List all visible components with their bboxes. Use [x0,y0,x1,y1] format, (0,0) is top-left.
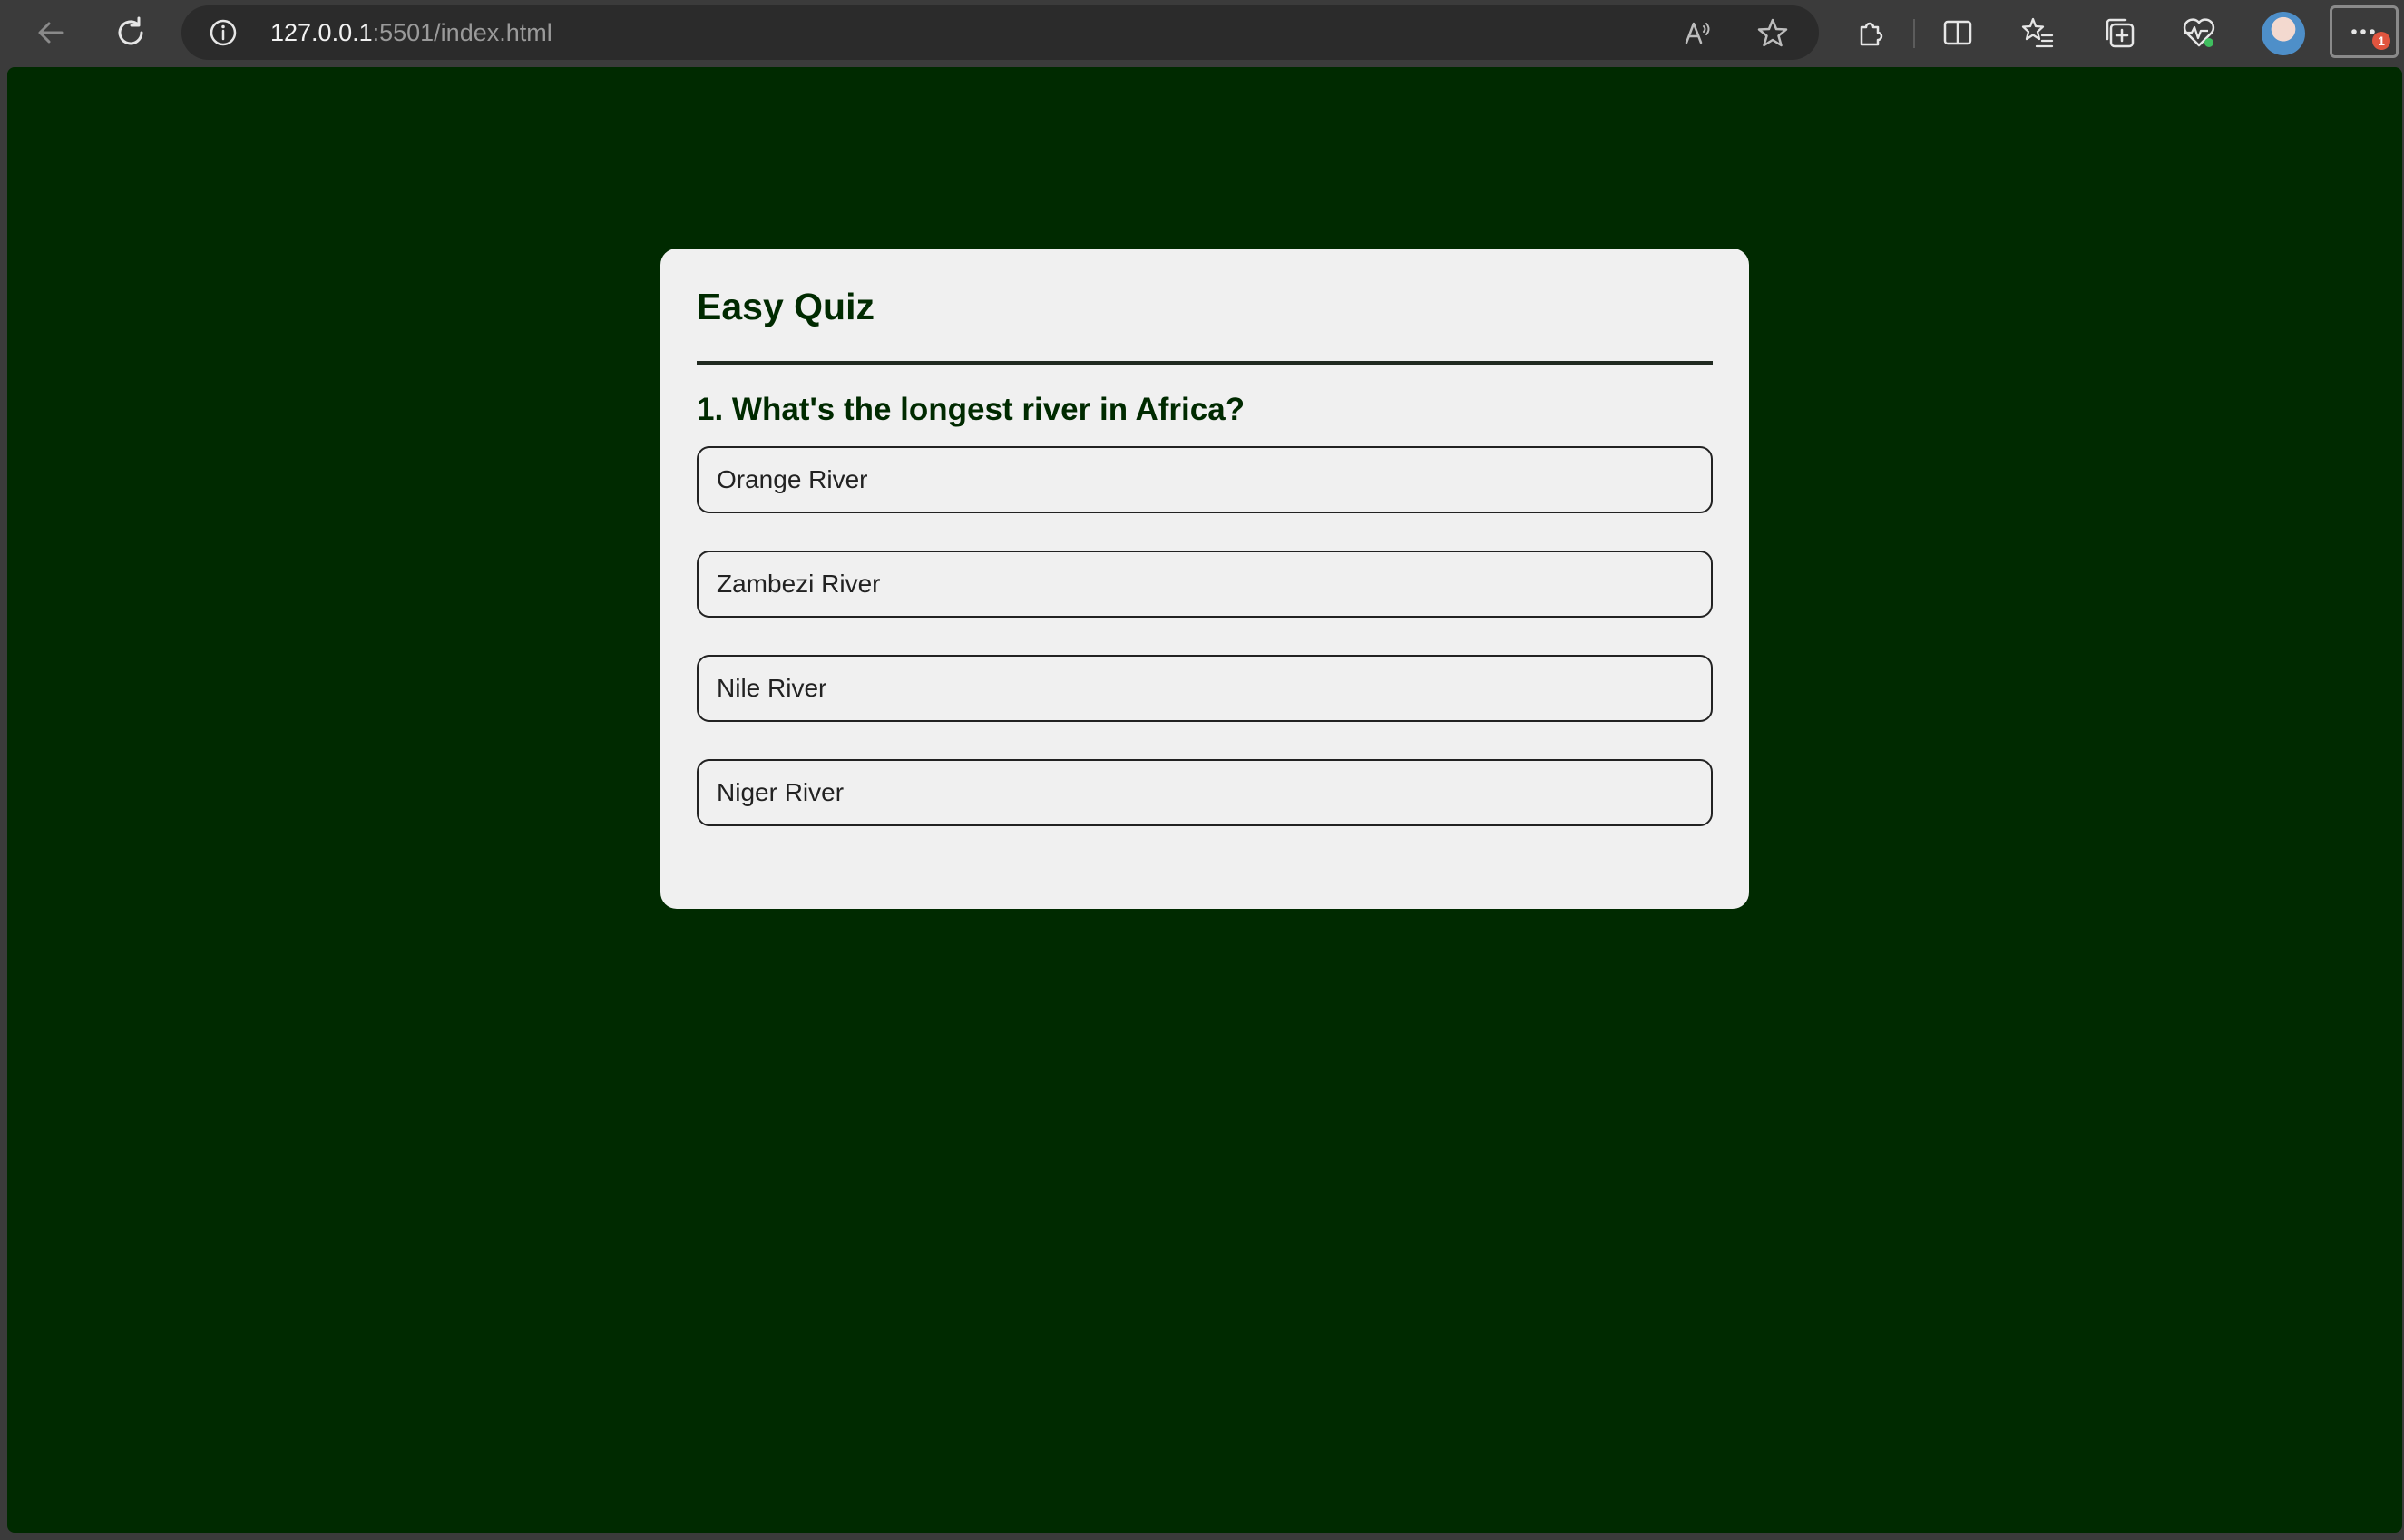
address-bar[interactable]: 127.0.0.1:5501/index.html [181,5,1819,60]
toolbar-divider [1913,19,1915,48]
answer-button-orange[interactable]: Orange River [697,446,1713,513]
split-screen-button[interactable] [1932,9,1983,56]
more-options-button[interactable]: 1 [2330,5,2399,58]
url-host: 127.0.0.1 [270,19,373,46]
read-aloud-icon[interactable] [1682,16,1715,49]
url-path: :5501/index.html [372,19,552,46]
favorites-button[interactable] [2012,9,2063,56]
browser-essentials-icon [2183,18,2215,47]
answer-button-zambezi[interactable]: Zambezi River [697,551,1713,618]
collections-icon [2106,18,2135,48]
question-text: 1. What's the longest river in Africa? [697,392,1246,427]
browser-toolbar: 127.0.0.1:5501/index.html 1 [0,0,2404,67]
notification-badge: 1 [2372,32,2390,50]
back-button[interactable] [25,9,76,56]
site-info-icon[interactable] [209,18,238,47]
favorite-star-icon[interactable] [1756,16,1789,49]
split-screen-icon [1943,20,1972,45]
profile-avatar[interactable] [2262,12,2305,55]
quiz-card: Easy Quiz 1. What's the longest river in… [660,249,1749,909]
answer-button-niger[interactable]: Niger River [697,759,1713,826]
url-text[interactable]: 127.0.0.1:5501/index.html [270,18,552,47]
page-viewport: Easy Quiz 1. What's the longest river in… [7,67,2402,1533]
quiz-divider [697,361,1713,365]
back-icon [38,22,64,44]
refresh-button[interactable] [105,9,156,56]
answer-button-nile[interactable]: Nile River [697,655,1713,722]
favorites-icon [2021,17,2054,48]
extensions-button[interactable] [1845,9,1896,56]
refresh-icon [118,16,143,45]
browser-essentials-button[interactable] [2174,9,2224,56]
collections-button[interactable] [2094,9,2145,56]
extensions-icon [1860,22,1883,46]
quiz-title: Easy Quiz [697,286,875,327]
browser-window: 127.0.0.1:5501/index.html 1 Easy Quiz 1.… [0,0,2404,1540]
